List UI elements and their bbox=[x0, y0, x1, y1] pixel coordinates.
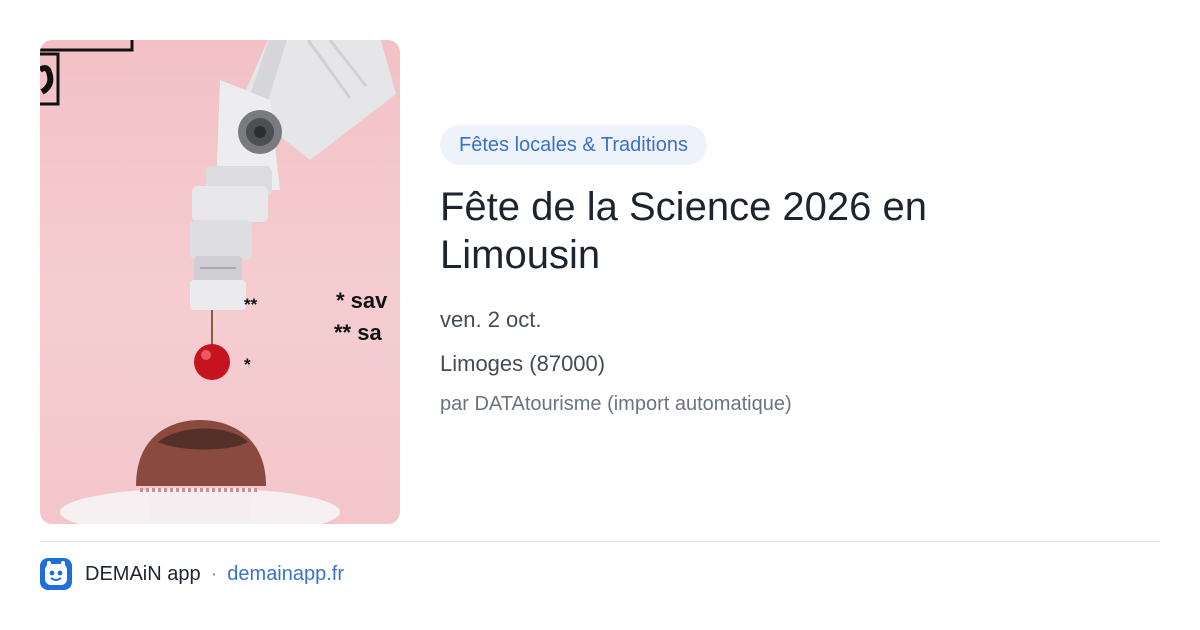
event-title[interactable]: Fête de la Science 2026 en Limousin bbox=[440, 183, 1040, 279]
poster-note-1: * sav bbox=[336, 288, 388, 313]
demain-app-icon[interactable] bbox=[40, 558, 72, 590]
site-footer: DEMAiN app · demainapp.fr bbox=[40, 558, 344, 590]
category-badge[interactable]: Fêtes locales & Traditions bbox=[440, 125, 707, 165]
cupcake-illustration bbox=[60, 420, 340, 524]
event-date: ven. 2 oct. bbox=[440, 307, 542, 332]
footer-divider bbox=[40, 541, 1160, 542]
poster-marker-single: * bbox=[244, 355, 251, 374]
event-image[interactable]: ** * * sav ** sa bbox=[40, 40, 400, 524]
app-website-link[interactable]: demainapp.fr bbox=[227, 563, 344, 586]
app-name: DEMAiN app bbox=[85, 562, 201, 585]
event-location: Limoges (87000) bbox=[440, 351, 606, 376]
poster-frame-fragment bbox=[40, 40, 134, 106]
cherry-illustration bbox=[194, 344, 230, 380]
poster-text: ** * * sav ** sa bbox=[244, 288, 388, 374]
event-source: par DATAtourisme (import automatique) bbox=[440, 393, 792, 415]
poster-illustration: ** * * sav ** sa bbox=[40, 40, 396, 524]
poster-marker-double: ** bbox=[244, 295, 258, 314]
poster-note-2: ** sa bbox=[334, 320, 382, 345]
footer-separator: · bbox=[210, 562, 218, 585]
event-details: Fêtes locales & Traditions Fête de la Sc… bbox=[440, 125, 1160, 416]
